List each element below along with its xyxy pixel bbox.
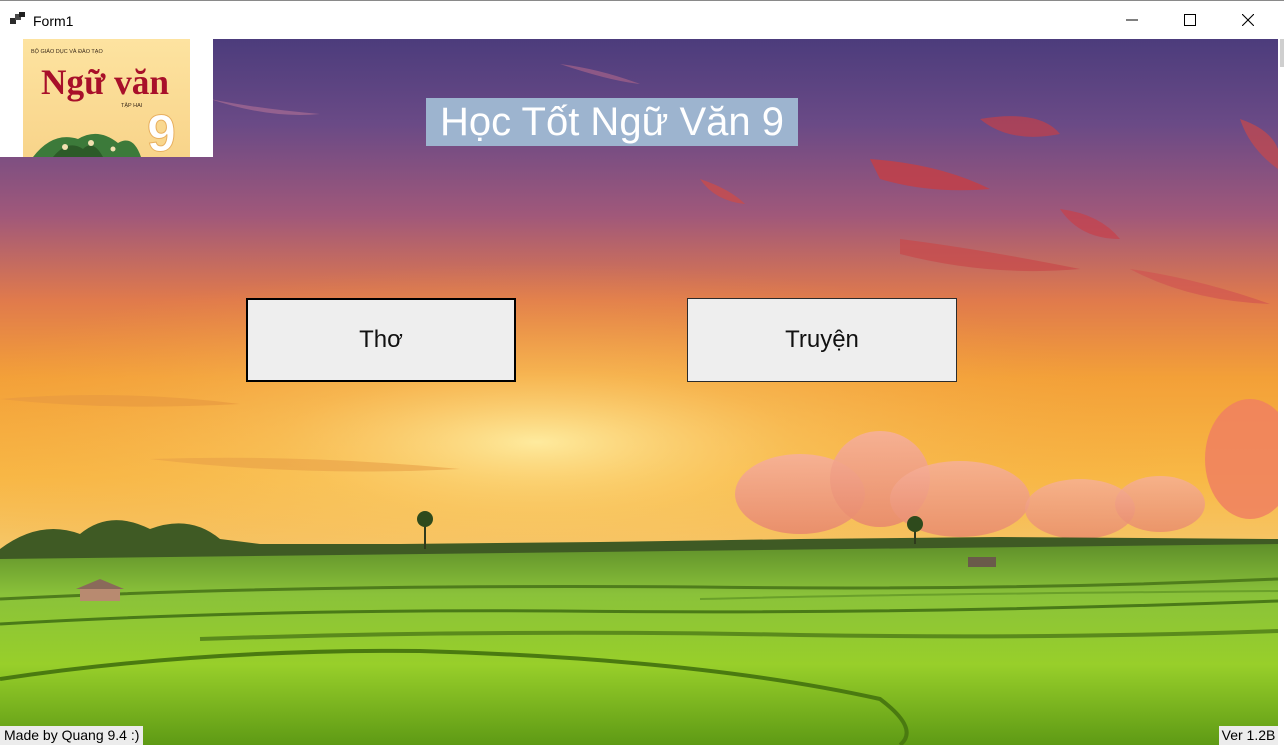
page-title: Học Tốt Ngữ Văn 9 (426, 98, 798, 146)
minimize-button[interactable] (1103, 1, 1161, 39)
cover-title-text: Ngữ văn (41, 62, 169, 102)
form-client-area: BỘ GIÁO DỤC VÀ ĐÀO TẠO Ngữ văn TẬP HAI 9… (0, 39, 1278, 745)
book-cover-image: BỘ GIÁO DỤC VÀ ĐÀO TẠO Ngữ văn TẬP HAI 9 (23, 39, 190, 157)
window-title: Form1 (33, 13, 74, 29)
maximize-icon (1184, 14, 1196, 26)
minimize-icon (1126, 19, 1138, 21)
stories-button[interactable]: Truyện (687, 298, 957, 382)
window-right-border (1278, 39, 1284, 745)
credit-label: Made by Quang 9.4 :) (0, 726, 144, 745)
close-icon (1242, 14, 1254, 26)
poetry-button[interactable]: Thơ (246, 298, 516, 382)
app-window: Form1 BỘ GIÁO DỤC VÀ ĐÀO TẠO Ngữ văn TẬP… (0, 0, 1284, 745)
cover-publisher-text: BỘ GIÁO DỤC VÀ ĐÀO TẠO (31, 48, 103, 55)
close-button[interactable] (1219, 1, 1277, 39)
cover-grade-text: 9 (147, 105, 176, 157)
title-bar[interactable]: Form1 (0, 0, 1284, 39)
maximize-button[interactable] (1161, 1, 1219, 39)
form-app-icon (10, 12, 26, 26)
version-label: Ver 1.2B (1219, 726, 1278, 745)
scrollbar-stub (1280, 39, 1284, 67)
cover-volume-text: TẬP HAI (121, 102, 143, 109)
book-cover-picturebox: BỘ GIÁO DỤC VÀ ĐÀO TẠO Ngữ văn TẬP HAI 9 (0, 39, 213, 157)
